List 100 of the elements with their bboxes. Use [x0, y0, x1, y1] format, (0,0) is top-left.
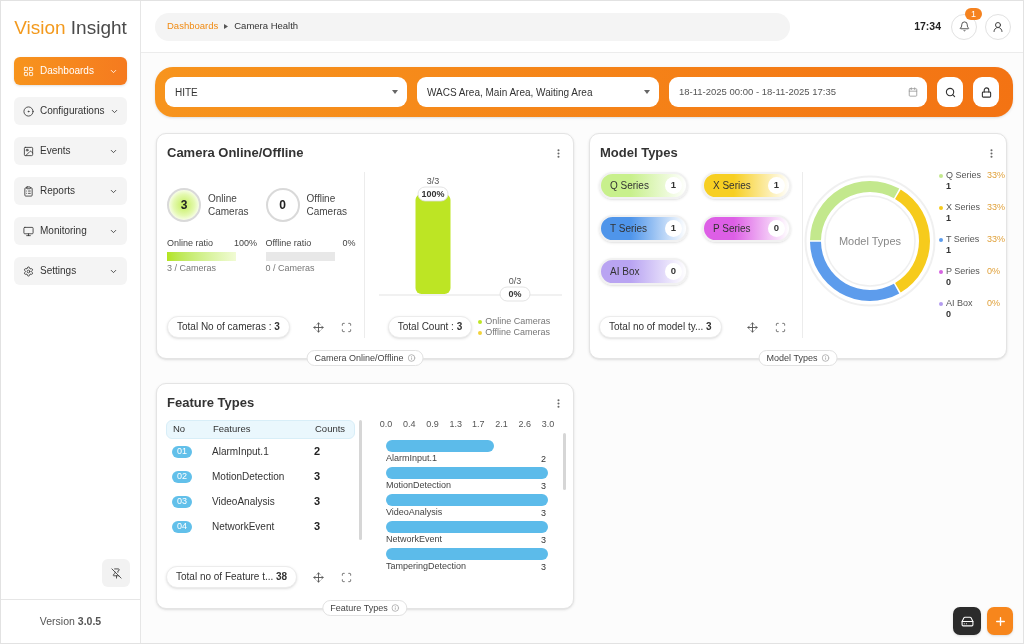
legend-percent: 0% [987, 266, 1000, 277]
table-cell-text: VideoAnalysis [212, 495, 276, 509]
lock-icon [980, 86, 992, 98]
model-type-label: P Series [713, 222, 752, 236]
total-count: Total no of model ty... 3 [599, 316, 722, 338]
calendar-icon [908, 87, 918, 97]
fullscreen-icon[interactable] [341, 571, 352, 583]
user-button[interactable] [985, 13, 1011, 40]
triangle-right-icon [224, 24, 229, 29]
fraction-label: 0/3 [508, 276, 522, 286]
legend-count: 1 [946, 245, 952, 256]
percent-label: 0% [499, 286, 531, 302]
app-logo: Vision Insight [14, 17, 127, 37]
model-type-label: X Series [713, 179, 752, 193]
clipboard-icon [23, 185, 34, 197]
sidebar-item[interactable]: Settings [14, 257, 127, 285]
camera-count: 0 [265, 188, 300, 222]
hard-drive-icon [960, 614, 974, 628]
clock-time: 17:34 [914, 18, 941, 34]
legend-count: 0 [946, 309, 952, 320]
move-icon[interactable] [747, 321, 758, 333]
caret-down-icon [644, 90, 650, 94]
percent-label: 100% [417, 186, 449, 202]
column-header: Features [213, 422, 252, 437]
total-count: Total no of Feature t... 38 [166, 566, 298, 588]
bell-icon [958, 21, 970, 32]
dropdown-field[interactable]: HITE [165, 77, 407, 107]
table-cell-text: 3 [314, 469, 322, 485]
card-title: Camera Online/Offline [167, 144, 304, 163]
legend-percent: 33% [987, 234, 1005, 245]
ratio-label: Online ratio [167, 238, 214, 249]
legend-percent: 33% [987, 202, 1005, 213]
bar-value-label: 3 [541, 508, 546, 518]
row-number: 03 [172, 495, 192, 508]
monitor-icon [23, 225, 34, 237]
model-type-label: AI Box [610, 265, 641, 279]
notification-count: 1 [965, 7, 982, 20]
bar-value-label: 3 [541, 562, 546, 572]
card-tag-label: Camera Online/Offline [314, 353, 404, 363]
fraction-label: 3/3 [426, 176, 440, 186]
table-cell-text: MotionDetection [212, 470, 286, 484]
drive-button[interactable] [953, 607, 981, 635]
card-tag-label: Model Types [766, 353, 818, 363]
axis-tick-label: 0.4 [402, 419, 416, 429]
bar-value-label: 3 [541, 481, 546, 491]
column-header: Counts [315, 422, 347, 437]
legend-count: 1 [946, 213, 952, 224]
sidebar-item[interactable]: Monitoring [14, 217, 127, 245]
sidebar-item[interactable]: Reports [14, 177, 127, 205]
column-header: No [173, 422, 187, 437]
table-cell-text: NetworkEvent [212, 520, 276, 534]
axis-tick-label: 1.3 [449, 419, 462, 429]
sidebar-item[interactable]: Events [14, 137, 127, 165]
model-type-label: T Series [610, 222, 649, 236]
card-title: Feature Types [167, 394, 255, 413]
chart-title: Model Types [838, 235, 902, 247]
bar-value-label: 2 [541, 454, 546, 464]
bar-category-label: AlarmInput.1 [386, 453, 438, 463]
scrollbar[interactable] [359, 420, 362, 540]
fullscreen-icon[interactable] [775, 321, 786, 333]
settings-icon [23, 265, 34, 277]
search-button[interactable] [937, 77, 963, 107]
legend-label: Q Series [946, 170, 982, 181]
bar-category-label: TamperingDetection [386, 561, 467, 571]
table-cell-text: 3 [314, 519, 322, 535]
add-button[interactable] [987, 607, 1013, 635]
scrollbar[interactable] [563, 433, 566, 490]
legend-label: P Series [946, 266, 981, 277]
ratio-caption: 0 / Cameras [265, 263, 316, 274]
bar-category-label: VideoAnalysis [386, 507, 443, 517]
model-count: 1 [665, 177, 682, 194]
date-range-field[interactable]: 18-11-2025 00:00 - 18-11-2025 17:35 [669, 77, 927, 107]
legend-percent: 0% [987, 298, 1000, 309]
unpin-button[interactable] [102, 559, 130, 587]
sidebar-item[interactable]: Configurations [14, 97, 127, 125]
lock-button[interactable] [973, 77, 999, 107]
move-icon[interactable] [313, 571, 324, 583]
card-tag-label: Feature Types [330, 603, 388, 613]
legend-label: Offline Cameras [485, 327, 551, 338]
model-count: 1 [665, 220, 682, 237]
row-number: 01 [172, 445, 192, 458]
move-icon[interactable] [313, 321, 324, 333]
model-type-label: Q Series [610, 179, 650, 193]
info-icon [407, 354, 416, 362]
dropdown-field[interactable]: WACS Area, Main Area, Waiting Area [417, 77, 659, 107]
row-number: 04 [172, 520, 192, 533]
fullscreen-icon[interactable] [341, 321, 352, 333]
total-count: Total Count : 3 [387, 316, 473, 338]
legend-label: AI Box [946, 298, 974, 309]
pin-off-icon [110, 567, 122, 579]
circle-dot-icon [23, 105, 34, 117]
model-count: 0 [665, 263, 682, 280]
row-number: 02 [172, 470, 192, 483]
plus-icon [993, 614, 1007, 628]
table-cell-text: AlarmInput.1 [212, 445, 270, 459]
camera-count: 3 [167, 188, 201, 222]
legend-label: T Series [946, 234, 981, 245]
total-count: Total No of cameras : 3 [167, 316, 290, 338]
bar-value-label: 3 [541, 535, 546, 545]
ratio-value: 0% [342, 238, 356, 249]
